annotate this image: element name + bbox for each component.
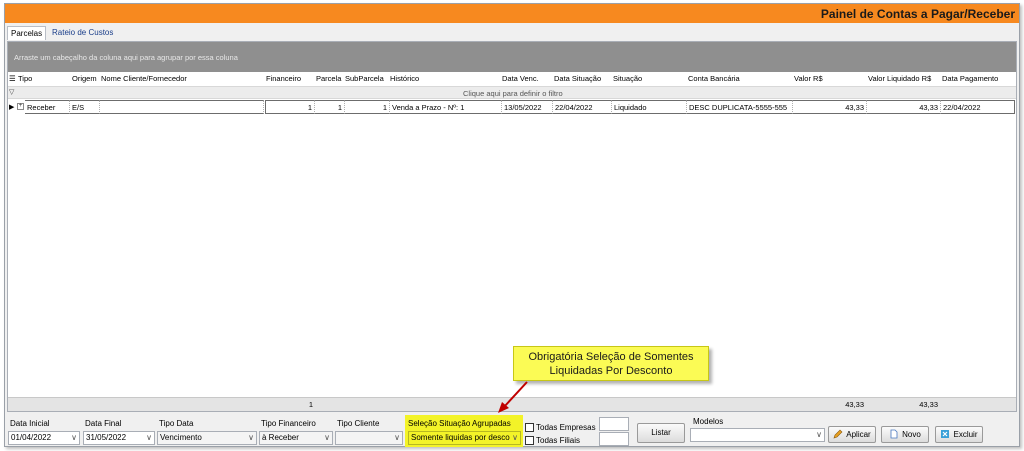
column-header-tipo[interactable]: Tipo: [18, 74, 32, 83]
tipo-data-value: Vencimento: [160, 433, 202, 442]
tipo-financeiro-label: Tipo Financeiro: [261, 419, 316, 428]
callout-line-1: Obrigatória Seleção de Somentes: [528, 351, 694, 363]
chevron-down-icon: ∨: [71, 433, 77, 442]
delete-grid-icon: [940, 429, 950, 439]
cell-historico[interactable]: Venda a Prazo - Nº: 1: [390, 100, 502, 114]
cell-nome[interactable]: [100, 100, 264, 114]
selecao-situacao-value: Somente liquidas por desco: [411, 433, 510, 442]
grid-header: ☰ Tipo Origem Nome Cliente/Fornecedor Fi…: [8, 72, 1016, 87]
tipo-financeiro-value: à Receber: [262, 433, 299, 442]
column-header-parcela[interactable]: Parcela: [316, 74, 341, 83]
data-inicial-label: Data Inicial: [10, 419, 50, 428]
column-header-financeiro[interactable]: Financeiro: [266, 74, 301, 83]
group-by-panel[interactable]: Arraste um cabeçalho da coluna aqui para…: [8, 42, 1016, 72]
aplicar-button[interactable]: Aplicar: [828, 426, 876, 443]
callout-arrow: [498, 381, 528, 413]
cell-origem[interactable]: E/S: [70, 100, 100, 114]
data-final-value: 31/05/2022: [86, 433, 127, 442]
modelos-label: Modelos: [693, 417, 724, 426]
callout-line-2: Liquidadas Por Desconto: [549, 365, 673, 377]
tipo-data-label: Tipo Data: [159, 419, 194, 428]
column-header-valor[interactable]: Valor R$: [794, 74, 823, 83]
footer-valor-total: 43,33: [845, 400, 864, 409]
tipo-cliente-select[interactable]: ∨: [335, 431, 403, 445]
aplicar-label: Aplicar: [846, 430, 871, 439]
data-final-label: Data Final: [85, 419, 122, 428]
excluir-button[interactable]: Excluir: [935, 426, 983, 443]
chevron-down-icon: ∨: [324, 433, 330, 442]
expand-row-icon[interactable]: +: [17, 103, 24, 110]
row-indicator-icon: ▶: [9, 104, 15, 111]
chevron-down-icon: ∨: [394, 433, 400, 442]
footer-count: 1: [308, 400, 313, 409]
cell-parcela[interactable]: 1: [315, 100, 345, 114]
novo-label: Novo: [902, 430, 921, 439]
tipo-cliente-label: Tipo Cliente: [337, 419, 380, 428]
column-header-subparcela[interactable]: SubParcela: [345, 74, 384, 83]
cell-situacao[interactable]: Liquidado: [612, 100, 687, 114]
column-header-origem[interactable]: Origem: [72, 74, 97, 83]
column-header-conta-bancaria[interactable]: Conta Bancária: [688, 74, 740, 83]
chevron-down-icon: ∨: [146, 433, 152, 442]
column-header-data-pagamento[interactable]: Data Pagamento: [942, 74, 998, 83]
filial-code-field[interactable]: [599, 432, 629, 446]
group-by-hint: Arraste um cabeçalho da coluna aqui para…: [14, 53, 238, 62]
cell-data-situacao[interactable]: 22/04/2022: [553, 100, 612, 114]
tipo-financeiro-select[interactable]: à Receber ∨: [259, 431, 333, 445]
cell-data-pagamento[interactable]: 22/04/2022: [941, 100, 1015, 114]
tab-rateio-de-custos[interactable]: Rateio de Custos: [49, 26, 116, 40]
chevron-down-icon: ∨: [512, 433, 518, 442]
todas-filiais-checkbox[interactable]: [525, 436, 534, 445]
cell-valor[interactable]: 43,33: [793, 100, 867, 114]
cell-tipo[interactable]: Receber: [25, 100, 70, 114]
cell-subparcela[interactable]: 1: [345, 100, 390, 114]
column-header-data-situacao[interactable]: Data Situação: [554, 74, 601, 83]
todas-empresas-checkbox[interactable]: [525, 423, 534, 432]
excluir-label: Excluir: [953, 430, 978, 439]
cell-conta-bancaria[interactable]: DESC DUPLICATA-5555-555: [687, 100, 793, 114]
column-chooser-icon[interactable]: ☰: [9, 74, 16, 83]
data-final-field[interactable]: 31/05/2022 ∨: [83, 431, 155, 445]
modelos-select[interactable]: ∨: [690, 428, 825, 442]
footer-liquidado-total: 43,33: [919, 400, 938, 409]
selecao-situacao-label: Seleção Situação Agrupadas: [408, 419, 511, 428]
window-title: Painel de Contas a Pagar/Receber: [820, 7, 1015, 21]
filter-row[interactable]: ▽ Clique aqui para definir o filtro: [8, 87, 1016, 99]
listar-button[interactable]: Listar: [637, 423, 685, 443]
cell-financeiro[interactable]: 1: [265, 100, 315, 114]
cell-valor-liquidado[interactable]: 43,33: [867, 100, 941, 114]
title-bar: Painel de Contas a Pagar/Receber: [5, 4, 1019, 23]
column-header-historico[interactable]: Histórico: [390, 74, 419, 83]
column-header-nome[interactable]: Nome Cliente/Fornecedor: [101, 74, 187, 83]
pencil-icon: [833, 429, 843, 439]
data-inicial-field[interactable]: 01/04/2022 ∨: [8, 431, 80, 445]
data-grid: Arraste um cabeçalho da coluna aqui para…: [7, 41, 1017, 412]
instruction-callout: Obrigatória Seleção de Somentes Liquidad…: [513, 346, 709, 381]
column-header-situacao[interactable]: Situação: [613, 74, 642, 83]
filter-hint: Clique aqui para definir o filtro: [463, 89, 563, 98]
tab-strip: Parcelas Rateio de Custos: [5, 26, 1019, 40]
data-inicial-value: 01/04/2022: [11, 433, 52, 442]
chevron-down-icon: ∨: [816, 430, 822, 439]
table-row[interactable]: ▶ + Receber E/S 1 1 1 Venda a Prazo - Nº…: [8, 100, 1016, 114]
filter-icon: ▽: [9, 89, 15, 96]
new-document-icon: [889, 429, 899, 439]
tipo-data-select[interactable]: Vencimento ∨: [157, 431, 257, 445]
cell-data-venc[interactable]: 13/05/2022: [502, 100, 553, 114]
filter-toolbar: Data Inicial 01/04/2022 ∨ Data Final 31/0…: [5, 414, 1019, 448]
column-header-data-venc[interactable]: Data Venc.: [502, 74, 539, 83]
selecao-situacao-select[interactable]: Somente liquidas por desco ∨: [408, 431, 521, 445]
empresa-code-field[interactable]: [599, 417, 629, 431]
tab-parcelas[interactable]: Parcelas: [7, 26, 47, 40]
todas-filiais-label: Todas Filiais: [536, 436, 581, 445]
todas-empresas-label: Todas Empresas: [536, 423, 596, 432]
column-header-valor-liquidado[interactable]: Valor Liquidado R$: [868, 74, 931, 83]
novo-button[interactable]: Novo: [881, 426, 929, 443]
chevron-down-icon: ∨: [248, 433, 254, 442]
